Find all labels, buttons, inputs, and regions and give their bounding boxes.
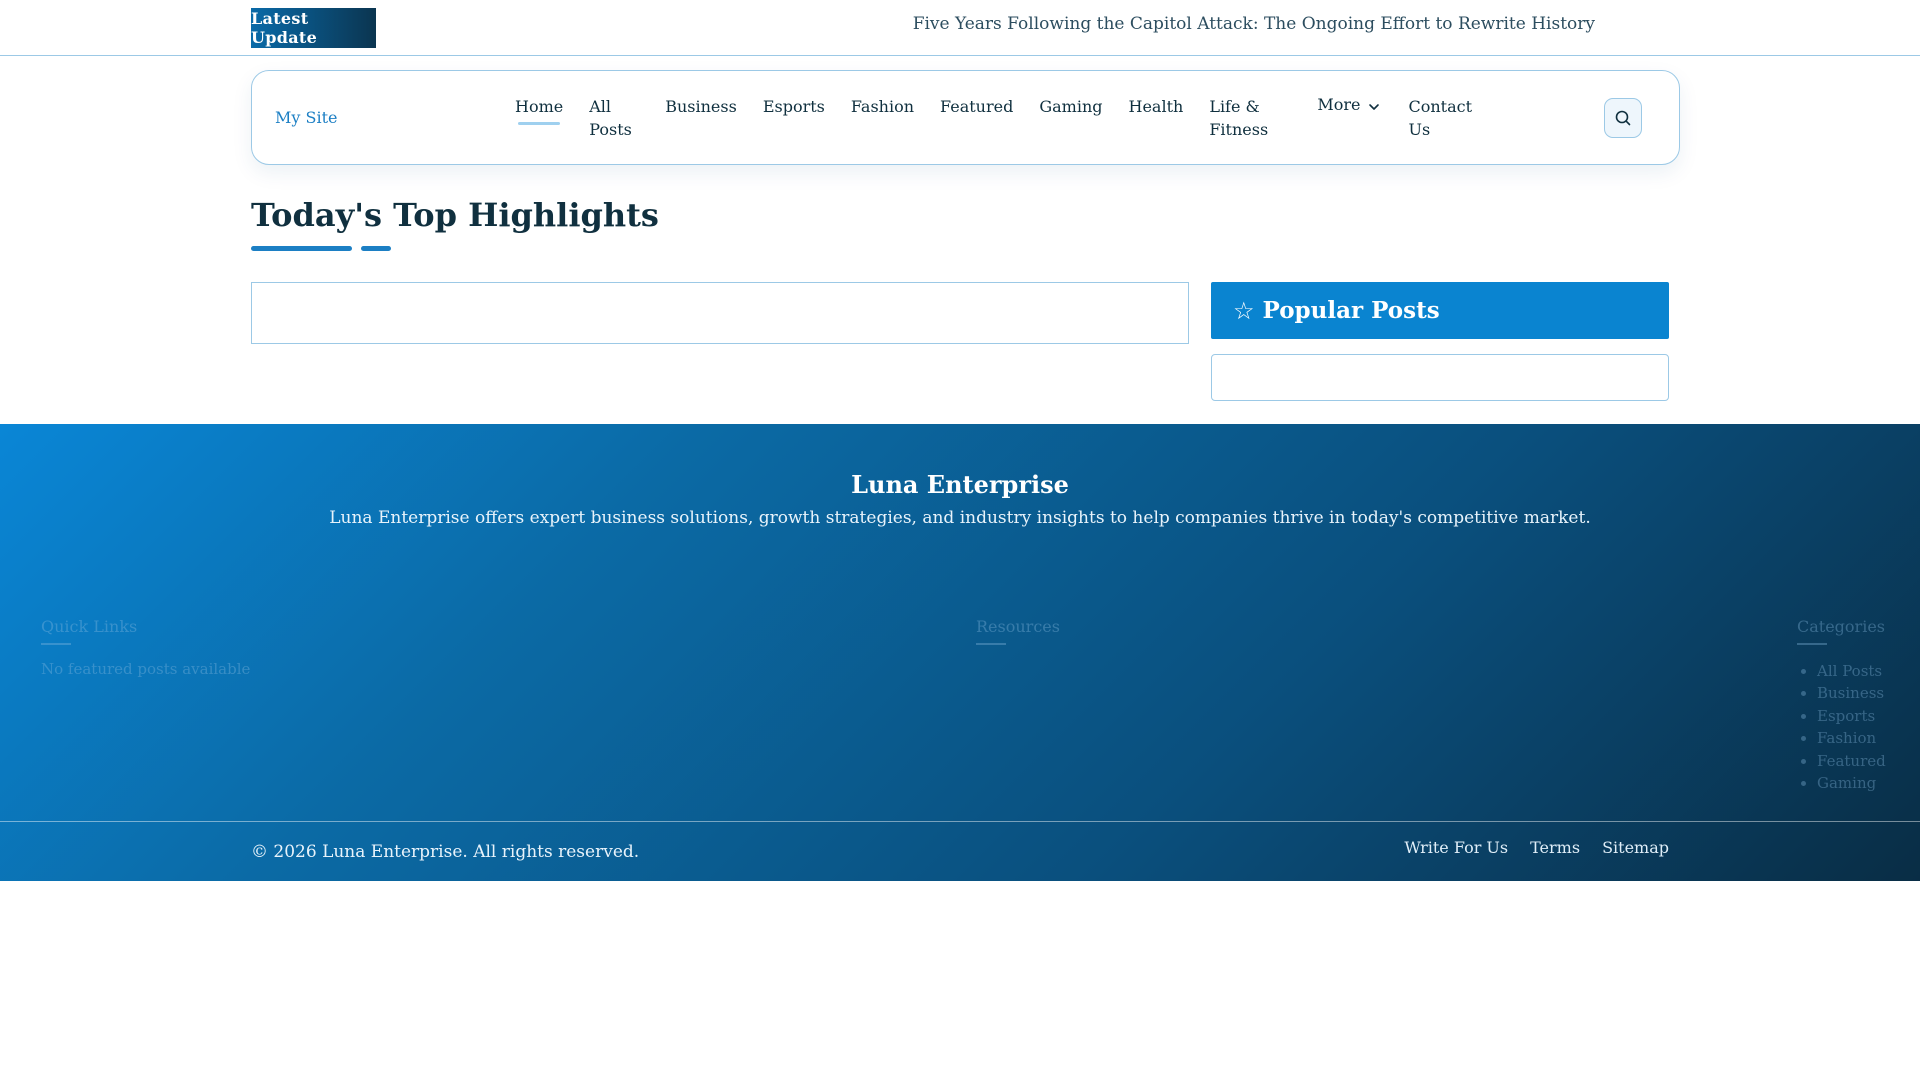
nav-contact-us[interactable]: Contact Us <box>1408 95 1472 141</box>
footer-category-link[interactable]: Fashion <box>1817 727 1886 749</box>
ticker-headline-link[interactable]: Five Years Following the Capitol Attack:… <box>913 14 1595 34</box>
site-header: My Site Home All Posts Business Esports … <box>251 70 1680 165</box>
search-button[interactable] <box>1604 98 1642 138</box>
sitemap-link[interactable]: Sitemap <box>1602 838 1669 857</box>
nav-fashion[interactable]: Fashion <box>851 95 914 141</box>
highlights-container <box>251 282 1189 344</box>
nav-life-fitness[interactable]: Life & Fitness <box>1209 95 1297 141</box>
main-nav: Home All Posts Business Esports Fashion … <box>515 95 1484 141</box>
site-title-link[interactable]: My Site <box>275 108 337 127</box>
footer-resources-title: Resources <box>976 617 1060 636</box>
popular-posts-title: Popular Posts <box>1262 297 1440 324</box>
chevron-down-icon <box>1369 104 1380 110</box>
ticker-bar: Latest Update Five Years Following the C… <box>0 0 1920 56</box>
nav-more-label: More <box>1317 95 1361 114</box>
star-icon: ☆ <box>1233 296 1255 325</box>
title-underline-long <box>251 246 352 251</box>
footer-categories-list: All Posts Business Esports Fashion Featu… <box>1797 660 1886 794</box>
footer-category-link[interactable]: Gaming <box>1817 772 1886 794</box>
footer-quick-links-underline <box>41 643 71 645</box>
nav-all-posts[interactable]: All Posts <box>589 95 639 141</box>
nav-more-dropdown[interactable]: More <box>1317 95 1382 141</box>
latest-update-badge: Latest Update <box>251 8 376 48</box>
footer-resources-underline <box>976 643 1006 645</box>
copyright-text: © 2026 Luna Enterprise. All rights reser… <box>251 842 640 862</box>
nav-esports[interactable]: Esports <box>763 95 825 141</box>
footer-quick-links-text: No featured posts available <box>41 660 251 678</box>
footer-category-link[interactable]: Esports <box>1817 705 1886 727</box>
title-underline-short <box>361 246 391 251</box>
footer-links: Write For Us Terms Sitemap <box>1382 838 1669 857</box>
footer-category-link[interactable]: All Posts <box>1817 660 1886 682</box>
footer-quick-links-title: Quick Links <box>41 617 138 636</box>
footer-categories-title: Categories <box>1797 617 1885 636</box>
footer-brand: Luna Enterprise <box>851 470 1069 499</box>
write-for-us-link[interactable]: Write For Us <box>1404 838 1508 857</box>
nav-home[interactable]: Home <box>515 95 563 141</box>
terms-link[interactable]: Terms <box>1530 838 1580 857</box>
nav-health[interactable]: Health <box>1129 95 1184 141</box>
page-title: Today's Top Highlights <box>251 196 659 234</box>
search-icon <box>1615 110 1631 126</box>
site-footer: Luna Enterprise Luna Enterprise offers e… <box>0 424 1920 881</box>
footer-divider <box>0 821 1920 822</box>
footer-category-link[interactable]: Business <box>1817 682 1886 704</box>
popular-posts-header: ☆ Popular Posts <box>1211 282 1669 339</box>
nav-featured[interactable]: Featured <box>940 95 1013 141</box>
popular-posts-list <box>1211 354 1669 401</box>
footer-categories-underline <box>1797 643 1827 645</box>
nav-business[interactable]: Business <box>665 95 737 141</box>
footer-description: Luna Enterprise offers expert business s… <box>329 508 1591 528</box>
nav-gaming[interactable]: Gaming <box>1039 95 1102 141</box>
footer-category-link[interactable]: Featured <box>1817 750 1886 772</box>
